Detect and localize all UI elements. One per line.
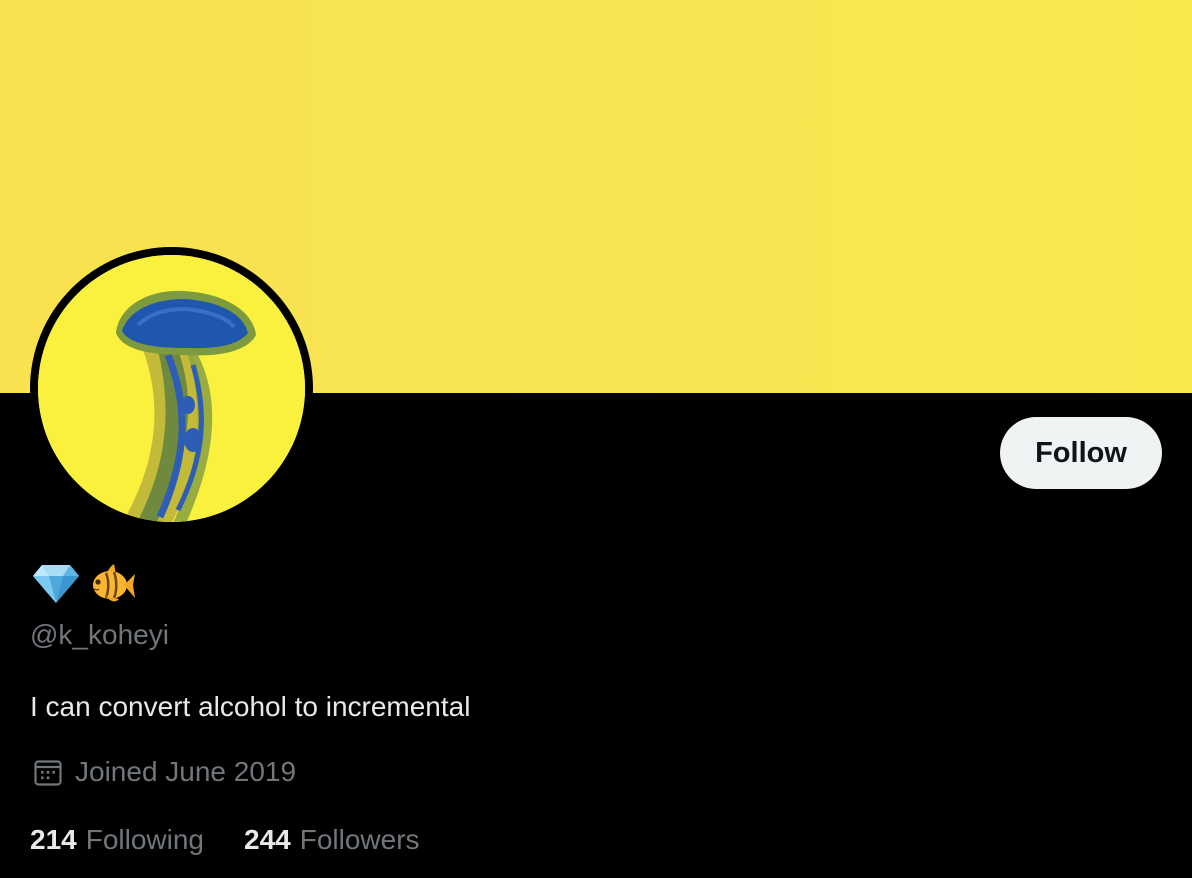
profile-stats: 214 Following 244 Followers [30, 822, 460, 858]
follow-button[interactable]: Follow [1000, 417, 1162, 489]
joined-text: Joined June 2019 [75, 756, 297, 787]
tropical-fish-emoji-icon [86, 558, 136, 613]
profile-bio: I can convert alcohol to incremental [30, 691, 471, 722]
display-name [32, 560, 136, 610]
profile-page: Follow @k_koheyi I can convert alcohol t… [0, 0, 1192, 878]
following-link[interactable]: 214 Following [30, 822, 204, 858]
profile-handle: @k_koheyi [30, 619, 169, 650]
followers-link[interactable]: 244 Followers [244, 822, 420, 858]
followers-count: 244 [244, 824, 291, 855]
following-label: Following [85, 824, 204, 855]
avatar[interactable] [30, 247, 313, 530]
jellyfish-avatar-image [38, 255, 305, 522]
followers-label: Followers [299, 824, 420, 855]
calendar-icon [33, 757, 63, 787]
joined-date: Joined June 2019 [33, 754, 296, 790]
following-count: 214 [30, 824, 77, 855]
diamond-emoji-icon [32, 561, 80, 610]
